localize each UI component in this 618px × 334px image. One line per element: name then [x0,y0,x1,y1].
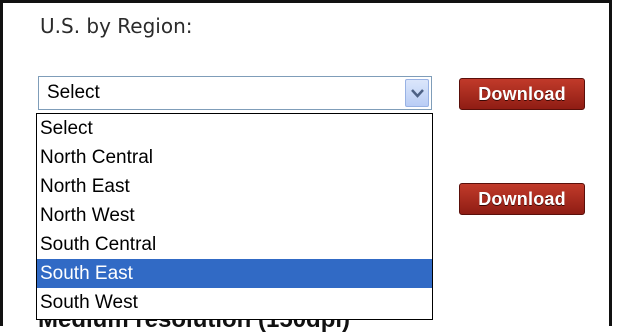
region-dropdown-list: Select North Central North East North We… [36,113,433,320]
section-heading: U.S. by Region: [40,14,193,38]
download-button-2[interactable]: Download [459,183,585,215]
chevron-down-icon [411,89,424,98]
option-south-west[interactable]: South West [37,288,432,317]
option-south-central[interactable]: South Central [37,230,432,259]
option-north-east[interactable]: North East [37,172,432,201]
dropdown-arrow-button[interactable] [405,79,429,107]
option-north-west[interactable]: North West [37,201,432,230]
option-select[interactable]: Select [37,114,432,143]
region-select-value: Select [47,82,100,103]
option-south-east[interactable]: South East [37,259,432,288]
download-button[interactable]: Download [459,78,585,110]
region-select[interactable]: Select [38,76,432,110]
option-north-central[interactable]: North Central [37,143,432,172]
